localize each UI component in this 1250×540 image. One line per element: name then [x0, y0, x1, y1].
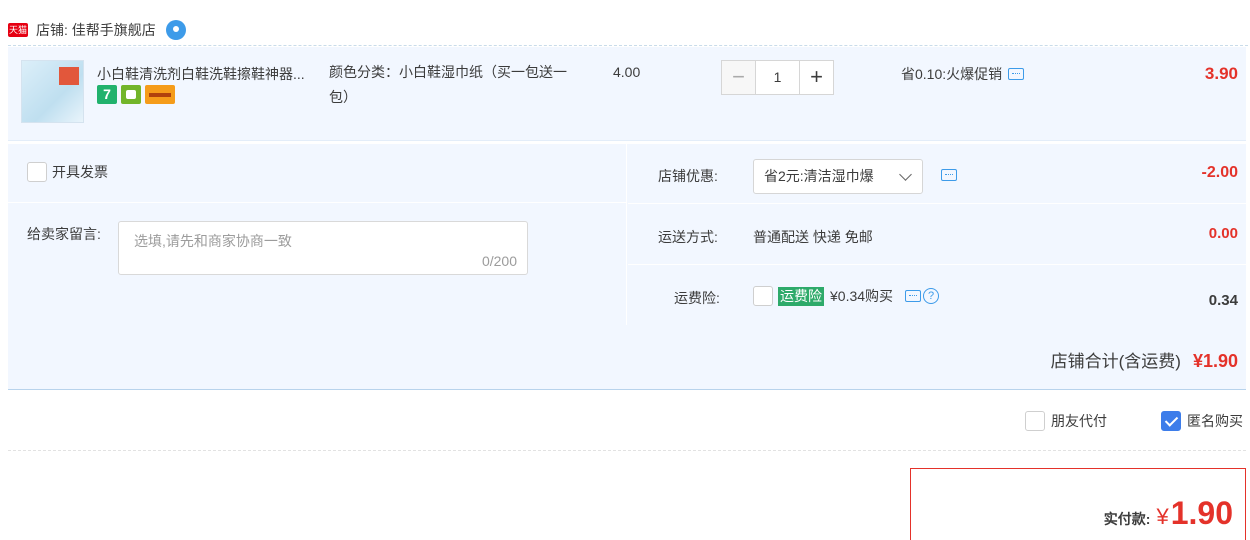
- increase-button[interactable]: +: [799, 60, 834, 95]
- shipping-row: 运送方式: 普通配送 快递 免邮 0.00: [628, 205, 1246, 265]
- payment-summary: 实付款: ¥ 1.90: [910, 468, 1246, 540]
- product-sku: 颜色分类：小白鞋湿巾纸（买一包送一包）: [329, 64, 567, 105]
- thumbnail-tag: [59, 67, 79, 85]
- memo-textarea[interactable]: 选填,请先和商家协商一致 0/200: [118, 221, 528, 275]
- payment-currency: ¥: [1156, 504, 1169, 529]
- anonymous-checkbox[interactable]: [1161, 411, 1181, 431]
- tmall-icon: 天猫: [8, 22, 28, 37]
- cart-item-row: 小白鞋清洗剂白鞋洗鞋擦鞋神器... 7 颜色分类：小白鞋湿巾纸（买一包送一包） …: [8, 47, 1246, 141]
- insurance-value: 0.34: [1208, 292, 1238, 309]
- memo-placeholder: 选填,请先和商家协商一致: [134, 233, 292, 249]
- discount-select[interactable]: 省2元:清洁湿巾爆: [753, 159, 923, 194]
- chevron-down-icon: [899, 168, 912, 181]
- order-extras: 开具发票 给卖家留言: 选填,请先和商家协商一致 0/200: [8, 144, 627, 325]
- shop-discount-row: 店铺优惠: 省2元:清洁湿巾爆 -2.00: [628, 144, 1246, 204]
- message-icon[interactable]: [1008, 68, 1025, 80]
- help-icon[interactable]: ?: [923, 288, 940, 304]
- insurance-price: ¥0.34购买: [830, 288, 894, 304]
- invoice-checkbox[interactable]: [27, 162, 47, 182]
- shipping-method: 普通配送 快递 免邮: [753, 229, 873, 245]
- product-thumbnail[interactable]: [21, 60, 84, 123]
- order-fees: 店铺优惠: 省2元:清洁湿巾爆 -2.00 运送方式: 普通配送 快递 免邮 0…: [628, 144, 1246, 325]
- promotion-text: 省0.10:火爆促销: [901, 66, 1003, 82]
- wangwang-chat-icon[interactable]: [165, 19, 186, 40]
- shop-total-value: ¥1.90: [1192, 351, 1238, 371]
- invoice-option[interactable]: 开具发票: [27, 162, 108, 182]
- promotion: 省0.10:火爆促销: [901, 64, 1025, 84]
- shop-total-label: 店铺合计(含运费): [1050, 352, 1181, 371]
- friend-pay-checkbox[interactable]: [1025, 411, 1045, 431]
- divider: [8, 202, 627, 203]
- unit-price: 4.00: [613, 64, 641, 80]
- insurance-option: 运费险 ¥0.34购买 ?: [753, 286, 940, 306]
- shop-name[interactable]: 店铺: 佳帮手旗舰店: [36, 20, 156, 40]
- insurance-badge: 运费险: [778, 286, 824, 306]
- memo-label: 给卖家留言:: [27, 226, 101, 242]
- quantity-input[interactable]: 1: [755, 60, 800, 95]
- anonymous-option[interactable]: 匿名购买: [1161, 411, 1243, 431]
- friend-pay-label: 朋友代付: [1051, 413, 1107, 429]
- order-options-panel: 开具发票 给卖家留言: 选填,请先和商家协商一致 0/200 店铺优惠: 省2元…: [8, 144, 1246, 390]
- discount-value: -2.00: [1201, 164, 1238, 181]
- credit-card-icon: [145, 85, 175, 104]
- item-subtotal: 3.90: [1204, 64, 1238, 83]
- decrease-button[interactable]: −: [721, 60, 756, 95]
- product-title[interactable]: 小白鞋清洗剂白鞋洗鞋擦鞋神器...: [97, 64, 323, 84]
- payment-label: 实付款:: [1103, 511, 1151, 527]
- shipping-label: 运送方式:: [658, 229, 718, 245]
- memo-char-count: 0/200: [481, 253, 517, 269]
- insurance-row: 运费险: 运费险 ¥0.34购买 ? 0.34: [628, 266, 1246, 326]
- payment-row: 实付款: ¥ 1.90: [1104, 495, 1233, 532]
- payment-amount: 1.90: [1170, 495, 1233, 531]
- insurance-checkbox[interactable]: [753, 286, 773, 306]
- seven-day-return-icon: 7: [97, 85, 117, 104]
- shipping-value: 0.00: [1208, 225, 1238, 242]
- product-badges: 7: [97, 85, 175, 104]
- message-icon[interactable]: [905, 290, 922, 302]
- insurance-label: 运费险:: [674, 290, 720, 306]
- shop-total: 店铺合计(含运费) ¥1.90: [1051, 347, 1238, 372]
- message-icon[interactable]: [941, 169, 957, 181]
- friend-pay-option[interactable]: 朋友代付: [1025, 411, 1107, 431]
- divider: [8, 450, 1246, 451]
- discount-selected: 省2元:清洁湿巾爆: [764, 168, 874, 184]
- discount-label: 店铺优惠:: [658, 168, 718, 184]
- tmall-guarantee-icon: [121, 85, 141, 104]
- invoice-label: 开具发票: [52, 164, 108, 180]
- anonymous-label: 匿名购买: [1187, 413, 1243, 429]
- quantity-stepper: − 1 +: [721, 60, 834, 95]
- shop-header: 天猫 店铺: 佳帮手旗舰店: [8, 14, 1248, 46]
